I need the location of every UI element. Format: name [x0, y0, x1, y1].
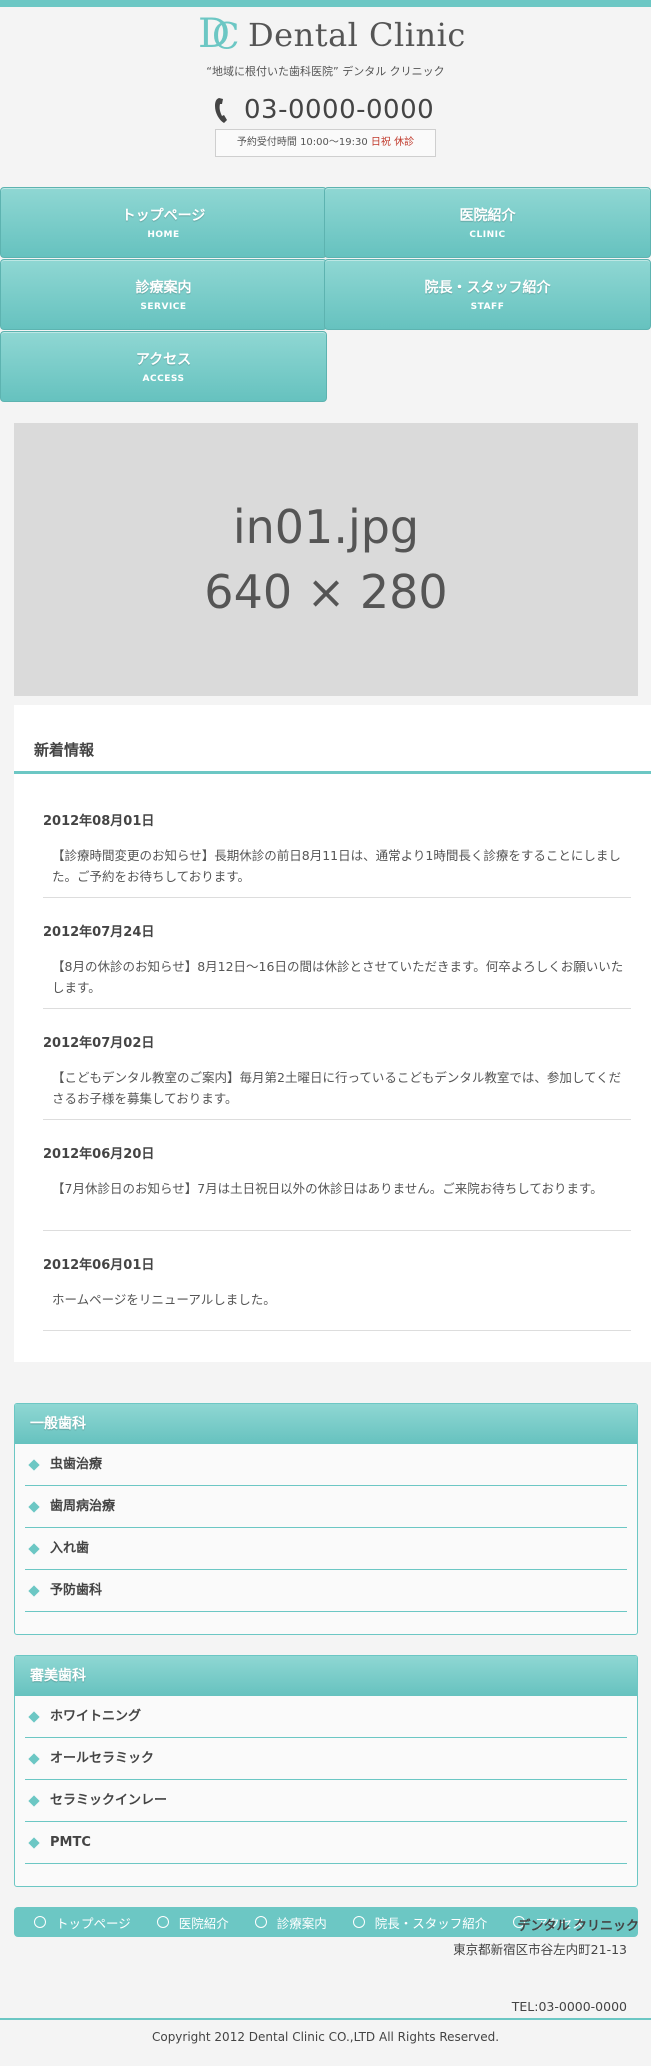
- nav-label: アクセス: [135, 352, 192, 368]
- footer-address: 東京都新宿区市谷左内町21-13: [453, 1942, 627, 1957]
- nav-label: 診療案内: [135, 280, 192, 296]
- site-header: D C Dental Clinic “地域に根付いた歯科医院” デンタル クリニ…: [0, 7, 651, 187]
- news-item: 2012年06月01日 ホームページをリニューアルしました。: [43, 1245, 631, 1331]
- diamond-bullet-icon: [28, 1459, 40, 1471]
- news-text: 【診療時間変更のお知らせ】長期休診の前日8月11日は、通常より1時間長く診療をす…: [52, 848, 621, 884]
- news-title: 新着情報: [34, 741, 95, 759]
- general-item-periodontal[interactable]: 歯周病治療: [25, 1486, 627, 1528]
- circle-bullet-icon: [156, 1916, 169, 1928]
- diamond-bullet-icon: [28, 1585, 40, 1597]
- circle-bullet-icon: [254, 1916, 267, 1928]
- footer-nav-service[interactable]: 診療案内: [254, 1913, 327, 1932]
- footer-clinic-name: デンタル クリニック: [517, 1919, 639, 1934]
- nav-service[interactable]: 診療案内 SERVICE: [0, 259, 327, 330]
- news-date: 2012年08月01日: [43, 814, 155, 829]
- logo-mark-icon: D C: [198, 11, 240, 58]
- diamond-bullet-icon: [28, 1501, 40, 1513]
- hero-filename: in01.jpg: [232, 500, 420, 555]
- news-text: ホームページをリニューアルしました。: [52, 1292, 276, 1307]
- news-date: 2012年06月20日: [43, 1147, 155, 1162]
- hero-image-placeholder: in01.jpg 640 × 280: [14, 423, 638, 696]
- cosmetic-item-whitening[interactable]: ホワイトニング: [25, 1696, 627, 1738]
- nav-sublabel: STAFF: [470, 302, 505, 312]
- cosmetic-item-all-ceramic[interactable]: オールセラミック: [25, 1738, 627, 1780]
- circle-bullet-icon: [352, 1916, 365, 1928]
- nav-staff[interactable]: 院長・スタッフ紹介 STAFF: [324, 259, 651, 330]
- news-item: 2012年06月20日 【7月休診日のお知らせ】7月は土日祝日以外の休診日はあり…: [43, 1134, 631, 1231]
- general-dentistry-title: 一般歯科: [15, 1404, 637, 1444]
- phone-number[interactable]: 03-0000-0000: [244, 95, 434, 125]
- logo-text: Dental Clinic: [248, 16, 466, 54]
- reservation-hours: 予約受付時間 10:00〜19:30 日祝 休診: [215, 129, 436, 157]
- diamond-bullet-icon: [28, 1795, 40, 1807]
- phone-block: 03-0000-0000: [214, 95, 434, 125]
- copyright: Copyright 2012 Dental Clinic CO.,LTD All…: [151, 2030, 500, 2044]
- footer-nav-staff[interactable]: 院長・スタッフ紹介: [352, 1913, 487, 1932]
- cosmetic-dentistry-box: 審美歯科 ホワイトニング オールセラミック セラミックインレー PMTC: [14, 1655, 638, 1887]
- footer-nav-clinic[interactable]: 医院紹介: [156, 1913, 229, 1932]
- nav-sublabel: SERVICE: [140, 302, 187, 312]
- nav-sublabel: CLINIC: [469, 230, 506, 240]
- footer-divider: [0, 2018, 651, 2020]
- holiday-label: 日祝 休診: [370, 137, 415, 148]
- news-date: 2012年07月02日: [43, 1036, 155, 1051]
- hours-label: 予約受付時間 10:00〜19:30: [236, 137, 368, 148]
- diamond-bullet-icon: [28, 1837, 40, 1849]
- general-item-dentures[interactable]: 入れ歯: [25, 1528, 627, 1570]
- news-item: 2012年07月02日 【こどもデンタル教室のご案内】毎月第2土曜日に行っている…: [43, 1023, 631, 1120]
- diamond-bullet-icon: [28, 1543, 40, 1555]
- news-item: 2012年08月01日 【診療時間変更のお知らせ】長期休診の前日8月11日は、通…: [43, 801, 631, 898]
- diamond-bullet-icon: [28, 1753, 40, 1765]
- tagline: “地域に根付いた歯科医院” デンタル クリニック: [206, 65, 445, 78]
- hero-dimensions: 640 × 280: [204, 564, 448, 619]
- news-date: 2012年07月24日: [43, 925, 155, 940]
- footer-tel[interactable]: TEL:03-0000-0000: [512, 1999, 627, 2014]
- nav-sublabel: HOME: [147, 230, 180, 240]
- footer-nav-home[interactable]: トップページ: [34, 1913, 131, 1932]
- nav-label: トップページ: [121, 208, 206, 224]
- nav-label: 医院紹介: [459, 208, 516, 224]
- nav-access[interactable]: アクセス ACCESS: [0, 331, 327, 402]
- news-item: 2012年07月24日 【8月の休診のお知らせ】8月12日〜16日の間は休診とさ…: [43, 912, 631, 1009]
- news-text: 【7月休診日のお知らせ】7月は土日祝日以外の休診日はありません。ご来院お待ちして…: [52, 1181, 603, 1196]
- news-text: 【こどもデンタル教室のご案内】毎月第2土曜日に行っているこどもデンタル教室では、…: [52, 1070, 622, 1106]
- cosmetic-dentistry-title: 審美歯科: [15, 1656, 637, 1696]
- nav-sublabel: ACCESS: [142, 374, 185, 384]
- nav-clinic[interactable]: 医院紹介 CLINIC: [324, 187, 651, 258]
- nav-label: 院長・スタッフ紹介: [424, 280, 551, 296]
- news-date: 2012年06月01日: [43, 1258, 155, 1273]
- general-item-preventive[interactable]: 予防歯科: [25, 1570, 627, 1612]
- top-accent-stripe: [0, 0, 651, 7]
- site-logo[interactable]: D C Dental Clinic: [198, 10, 466, 60]
- circle-bullet-icon: [34, 1916, 46, 1928]
- nav-home[interactable]: トップページ HOME: [0, 187, 327, 258]
- cosmetic-item-pmtc[interactable]: PMTC: [25, 1822, 627, 1864]
- news-divider: [14, 771, 651, 774]
- diamond-bullet-icon: [28, 1711, 40, 1723]
- general-dentistry-box: 一般歯科 虫歯治療 歯周病治療 入れ歯 予防歯科: [14, 1403, 638, 1635]
- news-text: 【8月の休診のお知らせ】8月12日〜16日の間は休診とさせていただきます。何卒よ…: [52, 959, 624, 995]
- news-section: 新着情報 2012年08月01日 【診療時間変更のお知らせ】長期休診の前日8月1…: [14, 705, 651, 1362]
- general-item-cavity[interactable]: 虫歯治療: [25, 1444, 627, 1486]
- cosmetic-item-ceramic-inlay[interactable]: セラミックインレー: [25, 1780, 627, 1822]
- phone-icon: [215, 98, 227, 123]
